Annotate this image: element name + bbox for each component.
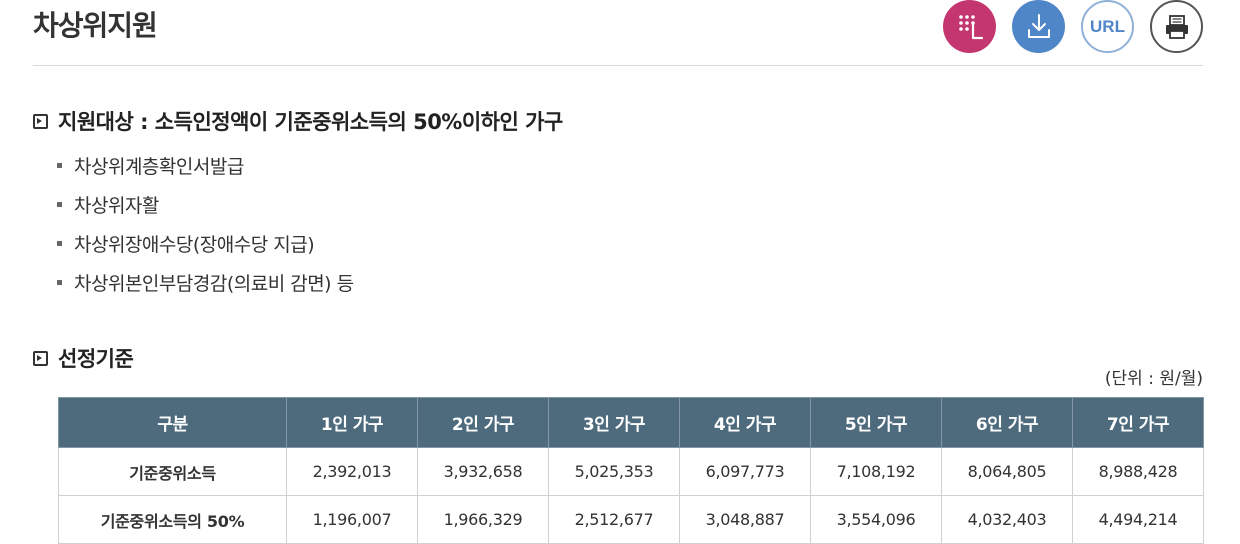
title-divider — [33, 65, 1203, 66]
table-cell: 3,048,887 — [679, 495, 811, 544]
bullet-icon — [57, 280, 62, 285]
table-cell: 5,025,353 — [548, 447, 680, 496]
table-cell: 4,032,403 — [941, 495, 1073, 544]
column-header: 7인 가구 — [1072, 397, 1204, 448]
sign-language-icon — [958, 14, 983, 39]
table-row: 기준중위소득의 50% 1,196,007 1,966,329 2,512,67… — [58, 495, 1204, 544]
section-marker-icon — [33, 350, 48, 366]
column-header: 2인 가구 — [417, 397, 549, 448]
print-button[interactable] — [1150, 0, 1203, 53]
section-heading-target: 지원대상 : 소득인정액이 기준중위소득의 50%이하인 가구 — [33, 106, 563, 136]
url-button[interactable]: URL — [1081, 0, 1134, 53]
download-button[interactable] — [1012, 0, 1065, 53]
section-target-title: 지원대상 : 소득인정액이 기준중위소득의 50%이하인 가구 — [58, 110, 563, 134]
download-icon — [1027, 13, 1050, 38]
table-cell: 4,494,214 — [1072, 495, 1204, 544]
bullet-icon — [57, 202, 62, 207]
table-cell: 8,988,428 — [1072, 447, 1204, 496]
bullet-icon — [57, 163, 62, 168]
table-cell: 2,392,013 — [286, 447, 418, 496]
url-icon: URL — [1090, 16, 1125, 36]
table-cell: 1,966,329 — [417, 495, 549, 544]
bullet-icon — [57, 241, 62, 246]
table-header-row: 구분 1인 가구 2인 가구 3인 가구 4인 가구 5인 가구 6인 가구 7… — [58, 397, 1204, 448]
row-label: 기준중위소득의 50% — [58, 495, 287, 544]
section-heading-criteria: 선정기준 — [33, 343, 134, 373]
table-cell: 8,064,805 — [941, 447, 1073, 496]
page-title: 차상위지원 — [33, 9, 158, 42]
table-cell: 3,932,658 — [417, 447, 549, 496]
column-header: 구분 — [58, 397, 287, 448]
table-cell: 7,108,192 — [810, 447, 942, 496]
row-label: 기준중위소득 — [58, 447, 287, 496]
column-header: 4인 가구 — [679, 397, 811, 448]
column-header: 5인 가구 — [810, 397, 942, 448]
table-cell: 3,554,096 — [810, 495, 942, 544]
criteria-table: 구분 1인 가구 2인 가구 3인 가구 4인 가구 5인 가구 6인 가구 7… — [58, 397, 1204, 544]
column-header: 3인 가구 — [548, 397, 680, 448]
target-list: 차상위계층확인서발급 차상위자활 차상위장애수당(장애수당 지급) 차상위본인부… — [57, 152, 354, 308]
column-header: 1인 가구 — [286, 397, 418, 448]
unit-label: (단위 : 원/월) — [1104, 369, 1203, 389]
list-item: 차상위자활 — [57, 191, 354, 230]
list-item: 차상위계층확인서발급 — [57, 152, 354, 191]
page-toolbar: URL — [943, 0, 1203, 53]
list-item: 차상위본인부담경감(의료비 감면) 등 — [57, 269, 354, 308]
sign-language-button[interactable] — [943, 0, 996, 53]
table-cell: 1,196,007 — [286, 495, 418, 544]
list-item: 차상위장애수당(장애수당 지급) — [57, 230, 354, 269]
section-criteria-title: 선정기준 — [58, 347, 134, 371]
table-cell: 2,512,677 — [548, 495, 680, 544]
table-cell: 6,097,773 — [679, 447, 811, 496]
column-header: 6인 가구 — [941, 397, 1073, 448]
table-row: 기준중위소득 2,392,013 3,932,658 5,025,353 6,0… — [58, 447, 1204, 496]
section-marker-icon — [33, 113, 48, 129]
print-icon — [1165, 14, 1188, 39]
